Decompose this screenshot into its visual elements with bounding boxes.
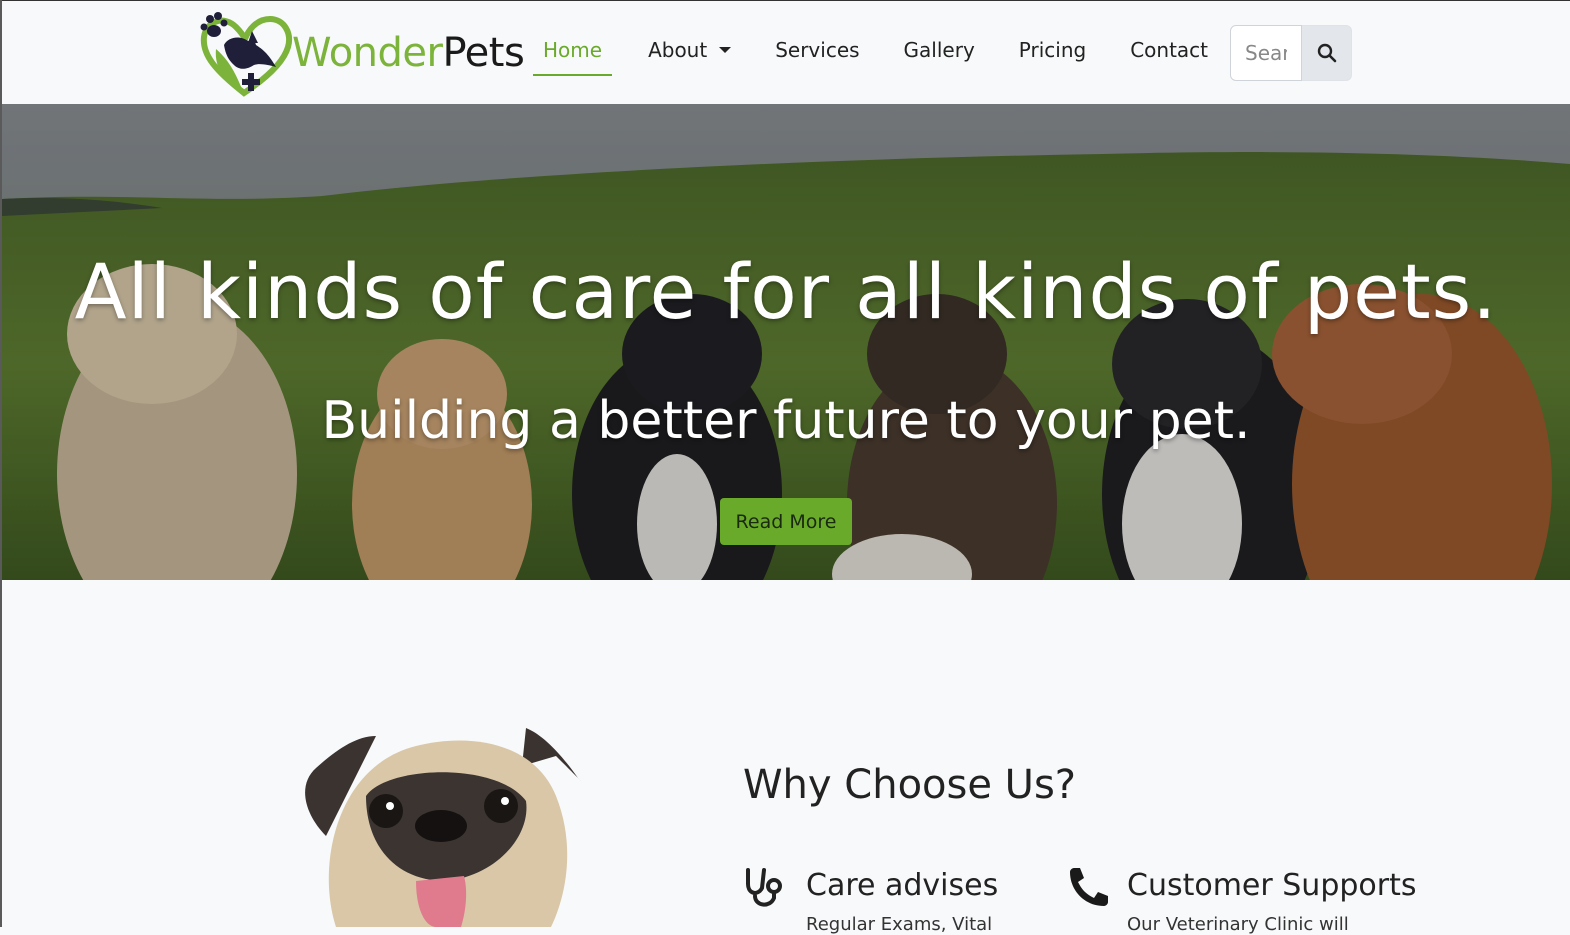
feature-title-support: Customer Supports bbox=[1127, 868, 1417, 903]
feature-title-care: Care advises bbox=[806, 868, 999, 903]
read-more-button[interactable]: Read More bbox=[720, 498, 852, 545]
search-form bbox=[1230, 25, 1352, 81]
nav-about-label: About bbox=[648, 38, 708, 62]
brand-name-pets: Pets bbox=[442, 30, 525, 76]
brand-name: WonderPets bbox=[292, 30, 525, 76]
search-icon bbox=[1317, 43, 1336, 63]
pug-image bbox=[305, 728, 581, 927]
stethoscope-icon bbox=[746, 868, 782, 907]
hero-title: All kinds of care for all kinds of pets. bbox=[74, 247, 1498, 336]
hero-banner: All kinds of care for all kinds of pets.… bbox=[2, 104, 1570, 580]
brand[interactable]: WonderPets bbox=[196, 9, 525, 97]
paw-heart-logo-icon bbox=[200, 12, 292, 97]
nav-contact[interactable]: Contact bbox=[1130, 23, 1208, 76]
nav-home[interactable]: Home bbox=[532, 23, 613, 76]
caret-down-icon bbox=[719, 47, 732, 53]
why-choose-heading: Why Choose Us? bbox=[743, 762, 1077, 808]
search-button[interactable] bbox=[1302, 25, 1352, 81]
feature-text-care: Regular Exams, Vital bbox=[806, 914, 993, 935]
feature-text-support: Our Veterinary Clinic will bbox=[1127, 914, 1349, 935]
navbar: WonderPets Home About Services Gallery P… bbox=[0, 1, 1570, 104]
window-left-border bbox=[0, 0, 2, 927]
nav-about[interactable]: About bbox=[648, 23, 732, 76]
search-input[interactable] bbox=[1230, 25, 1302, 81]
phone-icon bbox=[1070, 868, 1108, 906]
brand-name-wonder: Wonder bbox=[292, 30, 443, 76]
nav-pricing[interactable]: Pricing bbox=[1019, 23, 1086, 76]
nav-services[interactable]: Services bbox=[775, 23, 859, 76]
main-nav: Home About Services Gallery Pricing Cont… bbox=[532, 23, 1252, 76]
hero-subtitle: Building a better future to your pet. bbox=[321, 391, 1251, 451]
nav-gallery[interactable]: Gallery bbox=[904, 23, 975, 76]
